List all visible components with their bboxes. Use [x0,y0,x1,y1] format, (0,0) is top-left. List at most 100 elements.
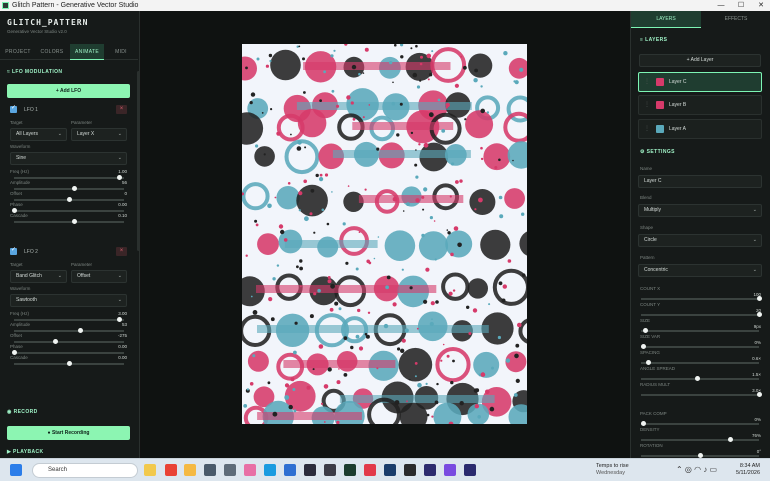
vs-icon[interactable] [444,464,456,476]
blend-select[interactable]: Multiply ⌄ [638,204,762,217]
right-panel: LAYERS EFFECTS ≡ LAYERS + Add Layer ⋮ La… [630,11,770,458]
windows-start-icon[interactable] [10,464,22,476]
lfo-waveform-select[interactable]: Sine ⌄ [10,152,127,165]
pattern-select[interactable]: Concentric ⌄ [638,264,762,277]
layer-item-b[interactable]: ⋮ Layer B [638,95,762,115]
setting-slider-handle[interactable] [695,376,701,381]
music-icon[interactable] [364,464,376,476]
lfo-delete-button[interactable]: × [116,105,127,114]
system-tray-icons[interactable]: ⌃ ◎ ◠ ♪ ▭ [676,465,717,474]
lfo-slider-handle[interactable] [72,186,77,191]
photoshop-icon[interactable] [384,464,396,476]
lfo-slider-track[interactable] [11,208,124,213]
tab-effects[interactable]: EFFECTS [701,11,770,28]
setting-slider-handle[interactable] [756,392,762,397]
setting-slider-handle[interactable] [640,421,646,426]
lfo-slider-track[interactable] [14,219,124,224]
after-effects-icon[interactable] [464,464,476,476]
pattern-dot [473,388,479,393]
lfo-slider-track[interactable] [11,350,124,355]
close-button[interactable]: ✕ [753,0,769,11]
media-encoder-icon[interactable] [424,464,436,476]
lfo-slider-track[interactable] [14,361,124,366]
layer-name-input[interactable]: Layer C [638,175,762,188]
setting-slider-handle[interactable] [640,344,646,349]
tab-project[interactable]: PROJECT [2,44,34,60]
lfo-slider-handle[interactable] [72,219,77,224]
photos-icon[interactable] [244,464,256,476]
lfo-slider-handle[interactable] [66,197,72,202]
setting-slider-handle[interactable] [643,328,649,333]
waveform-value: Sine [16,155,27,161]
lfo-slider-track[interactable] [14,197,124,202]
setting-slider-handle[interactable] [645,360,651,365]
notes-icon[interactable] [304,464,316,476]
lfo-slider-handle[interactable] [77,328,83,333]
store-icon[interactable] [284,464,296,476]
lfo-slider-track[interactable] [14,328,124,333]
console-icon[interactable] [404,464,416,476]
pattern-canvas[interactable] [242,44,527,424]
drag-handle-icon[interactable]: ⋮ [644,125,650,132]
lfo-slider-handle[interactable] [53,339,59,344]
setting-slider-handle[interactable] [756,312,762,317]
app-icon[interactable] [204,464,216,476]
tab-colors[interactable]: COLORS [36,44,68,60]
add-lfo-button[interactable]: + Add LFO [7,84,130,98]
taskbar-search[interactable]: Search [32,463,138,478]
setting-slider-track[interactable] [641,328,759,333]
lfo-slider-track[interactable] [14,339,124,344]
tab-layers[interactable]: LAYERS [631,11,701,28]
terminal-icon[interactable] [344,464,356,476]
setting-slider-track[interactable] [641,453,759,458]
waveform-label: Waveform [10,286,31,291]
folder-icon[interactable] [184,464,196,476]
lfo-parameter-select[interactable]: Layer X ⌄ [71,128,127,141]
lfo-parameter-select[interactable]: Offset ⌄ [71,270,127,283]
lfo-slider-handle[interactable] [66,361,72,366]
pattern-circle [508,404,527,424]
start-recording-button[interactable]: ● Start Recording [7,426,130,440]
obs-icon[interactable] [324,464,336,476]
lfo-slider-value: 1.00 [118,169,127,174]
lfo-slider-track[interactable] [14,317,124,322]
shape-select[interactable]: Circle ⌄ [638,234,762,247]
weather-widget[interactable]: Temps to rise Wednesday [596,463,629,477]
lfo-target-select[interactable]: Band Glitch ⌄ [10,270,67,283]
maximize-button[interactable]: ☐ [733,0,749,11]
lfo-slider-track[interactable] [14,175,124,180]
file-explorer-icon[interactable] [144,464,156,476]
add-layer-button[interactable]: + Add Layer [639,54,761,67]
lfo-enable-checkbox[interactable] [10,246,17,255]
minimize-button[interactable]: — [713,0,729,11]
lfo-slider-label: Phase [10,344,23,349]
drag-handle-icon[interactable]: ⋮ [644,101,650,108]
setting-slider-handle[interactable] [728,437,734,442]
setting-slider-track[interactable] [641,296,762,301]
setting-slider-track[interactable] [641,312,762,317]
lfo-target-select[interactable]: All Layers ⌄ [10,128,67,141]
settings-icon[interactable] [224,464,236,476]
left-scrollbar[interactable] [137,71,139,251]
setting-slider-track[interactable] [640,344,759,349]
setting-slider-track[interactable] [640,421,759,426]
tab-midi[interactable]: MIDI [106,44,136,60]
lfo-enable-checkbox[interactable] [10,104,17,113]
lfo-waveform-select[interactable]: Sawtooth ⌄ [10,294,127,307]
layer-item-c[interactable]: ⋮ Layer C [638,72,762,92]
tab-animate[interactable]: ANIMATE [70,44,104,60]
setting-slider-track[interactable] [641,392,762,397]
lfo-slider-track[interactable] [14,186,124,191]
setting-slider-track[interactable] [641,360,759,365]
edge-icon[interactable] [264,464,276,476]
setting-slider-handle[interactable] [756,296,762,301]
setting-slider-track[interactable] [641,376,759,381]
drag-handle-icon[interactable]: ⋮ [644,78,650,85]
chrome-icon[interactable] [165,464,177,476]
clock[interactable]: 8:34 AM 5/11/2026 [728,463,760,477]
pattern-dot [419,62,423,66]
pattern-dot [485,389,490,395]
lfo-delete-button[interactable]: × [116,247,127,256]
setting-slider-track[interactable] [641,437,759,442]
layer-item-a[interactable]: ⋮ Layer A [638,119,762,139]
